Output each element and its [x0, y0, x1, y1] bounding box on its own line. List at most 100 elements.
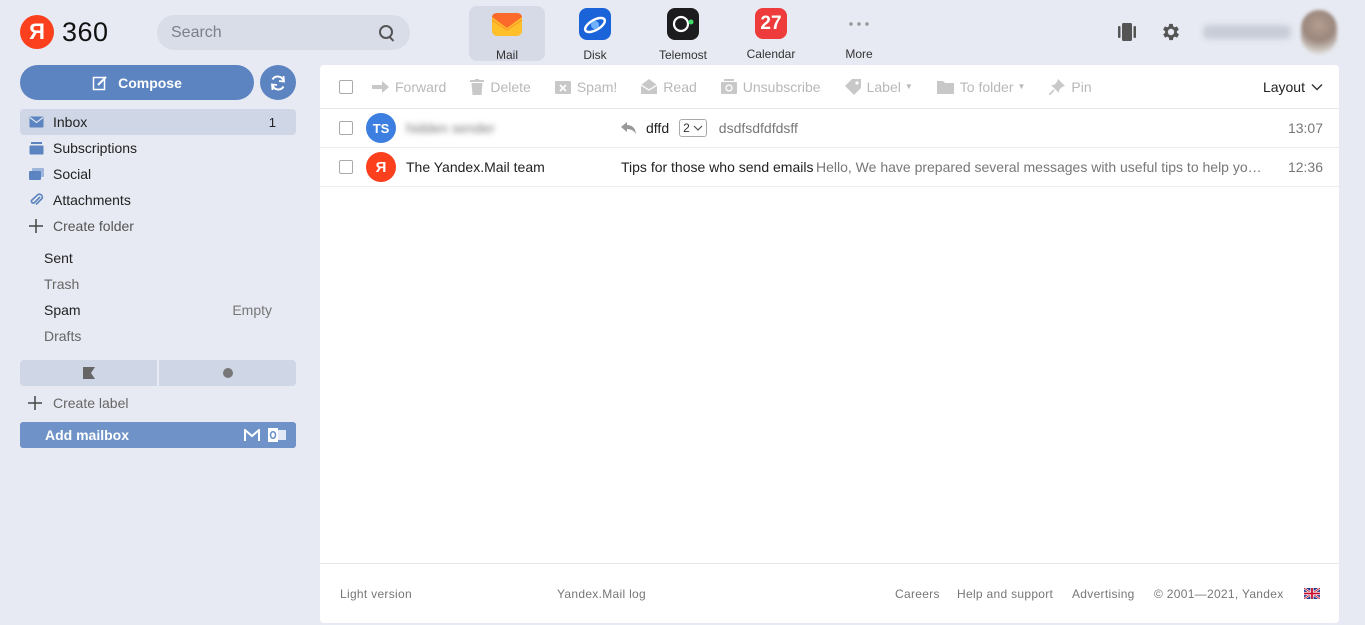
app-disk[interactable]: Disk [557, 6, 633, 62]
careers-link[interactable]: Careers [895, 587, 940, 601]
forward-button[interactable]: Forward [372, 79, 446, 95]
create-label[interactable]: Create label [28, 391, 129, 415]
unsubscribe-label: Unsubscribe [742, 78, 821, 95]
label-button[interactable]: Label ▼ [844, 78, 913, 95]
folder-subscriptions[interactable]: Subscriptions [20, 135, 296, 161]
empty-spam-link[interactable]: Empty [232, 302, 272, 318]
telemost-app-icon [667, 8, 699, 40]
toolbar: Forward Delete Spam! Read Unsubscribe La… [320, 65, 1339, 109]
mail-log-link[interactable]: Yandex.Mail log [557, 587, 646, 601]
app-label-mail: Mail [495, 48, 518, 62]
thread-count-toggle[interactable]: 2 [679, 119, 707, 137]
message-list-panel: Forward Delete Spam! Read Unsubscribe La… [320, 65, 1339, 623]
plus-icon [28, 396, 42, 410]
open-envelope-icon [641, 79, 658, 94]
app-mail[interactable]: Mail [469, 6, 545, 62]
select-all-checkbox[interactable] [339, 79, 353, 94]
gmail-icon [244, 429, 260, 441]
trash-icon [470, 78, 485, 95]
uk-flag-icon[interactable] [1304, 588, 1320, 599]
compose-button[interactable]: Compose [20, 65, 254, 100]
app-telemost[interactable]: Telemost [645, 6, 721, 62]
app-label-telemost: Telemost [658, 48, 708, 62]
header-right [1115, 10, 1337, 54]
folder-label: Sent [44, 250, 73, 266]
folder-label: Drafts [44, 328, 82, 344]
disk-app-icon [579, 8, 611, 40]
labels-bar [20, 360, 296, 386]
spam-button[interactable]: Spam! [554, 78, 618, 95]
message-checkbox[interactable] [339, 121, 353, 135]
message-snippet: dsdfsdfdfdsff [718, 120, 798, 136]
message-row[interactable]: TS hidden sender dffd 2 dsdfsdfdfdsff 13… [320, 109, 1339, 148]
tag-icon [844, 78, 861, 95]
folder-social[interactable]: Social [20, 161, 296, 187]
spam-icon [554, 80, 571, 94]
folder-drafts[interactable]: Drafts [20, 323, 296, 349]
app-more[interactable]: More [821, 6, 897, 61]
pin-button[interactable]: Pin [1049, 78, 1092, 95]
yandex-360-logo[interactable]: Я 360 [20, 15, 109, 49]
sender-avatar: TS [366, 113, 396, 143]
to-folder-button[interactable]: To folder ▼ [936, 79, 1025, 95]
delete-button[interactable]: Delete [470, 78, 531, 95]
compose-pencil-icon [92, 75, 107, 90]
create-label-text: Create label [53, 395, 129, 411]
create-folder[interactable]: Create folder [20, 213, 296, 239]
add-mailbox-button[interactable]: Add mailbox [20, 422, 296, 448]
unsubscribe-button[interactable]: Unsubscribe [720, 78, 821, 95]
username-blurred[interactable] [1203, 25, 1291, 39]
message-time: 13:07 [1287, 120, 1323, 136]
more-dots-icon [843, 8, 875, 39]
folder-label: Trash [44, 276, 80, 292]
replied-arrow-icon [621, 122, 636, 134]
folder-icon [936, 80, 954, 94]
unread-filter-button[interactable] [159, 360, 296, 386]
forward-arrow-icon [372, 80, 389, 93]
sender-avatar: Я [366, 152, 396, 182]
message-checkbox[interactable] [339, 160, 353, 174]
folder-trash[interactable]: Trash [20, 271, 296, 297]
sender-name: hidden sender [406, 120, 495, 136]
light-version-link[interactable]: Light version [340, 587, 412, 601]
folder-label: Subscriptions [53, 140, 138, 156]
delete-label: Delete [490, 78, 531, 95]
folder-spam[interactable]: Spam Empty [20, 297, 296, 323]
copyright: © 2001—2021, Yandex [1154, 586, 1284, 601]
add-mailbox-label: Add mailbox [45, 427, 130, 443]
layout-panels-icon[interactable] [1115, 20, 1139, 44]
forward-label: Forward [395, 78, 447, 95]
chevron-down-icon [693, 125, 703, 131]
label-label: Label [866, 78, 901, 95]
folder-label: Create folder [53, 218, 134, 234]
app-calendar[interactable]: 27 Calendar [733, 6, 809, 61]
outlook-icon [268, 428, 286, 442]
help-link[interactable]: Help and support [957, 587, 1053, 601]
folder-attachments[interactable]: Attachments [20, 187, 296, 213]
folder-list: Inbox 1 Subscriptions Social Attachments… [20, 109, 296, 349]
advertising-link[interactable]: Advertising [1072, 587, 1135, 601]
pin-icon [1049, 78, 1066, 95]
app-switcher: Mail Disk Telemost 27 Calendar More [469, 6, 909, 62]
flag-filter-button[interactable] [20, 360, 157, 386]
unsubscribe-icon [720, 79, 737, 94]
yandex-logo-icon: Я [20, 15, 54, 49]
calendar-app-icon: 27 [755, 8, 787, 39]
label-caret-icon: ▼ [904, 82, 913, 91]
search-bar[interactable] [157, 15, 410, 50]
layout-dropdown[interactable]: Layout [1263, 79, 1323, 95]
user-avatar[interactable] [1301, 10, 1337, 54]
refresh-button[interactable] [260, 65, 296, 100]
search-input[interactable] [171, 23, 378, 42]
folder-sent[interactable]: Sent [20, 245, 296, 271]
folder-label: Attachments [53, 192, 131, 208]
folder-inbox[interactable]: Inbox 1 [20, 109, 296, 135]
spam-label: Spam! [576, 78, 618, 95]
message-row[interactable]: Я The Yandex.Mail team Tips for those wh… [320, 148, 1339, 187]
paperclip-icon [28, 193, 44, 207]
message-snippet: Hello, We have prepared several messages… [816, 159, 1266, 175]
plus-icon [28, 219, 44, 233]
settings-gear-icon[interactable] [1159, 20, 1183, 44]
search-icon[interactable] [378, 24, 396, 42]
read-button[interactable]: Read [641, 79, 697, 95]
